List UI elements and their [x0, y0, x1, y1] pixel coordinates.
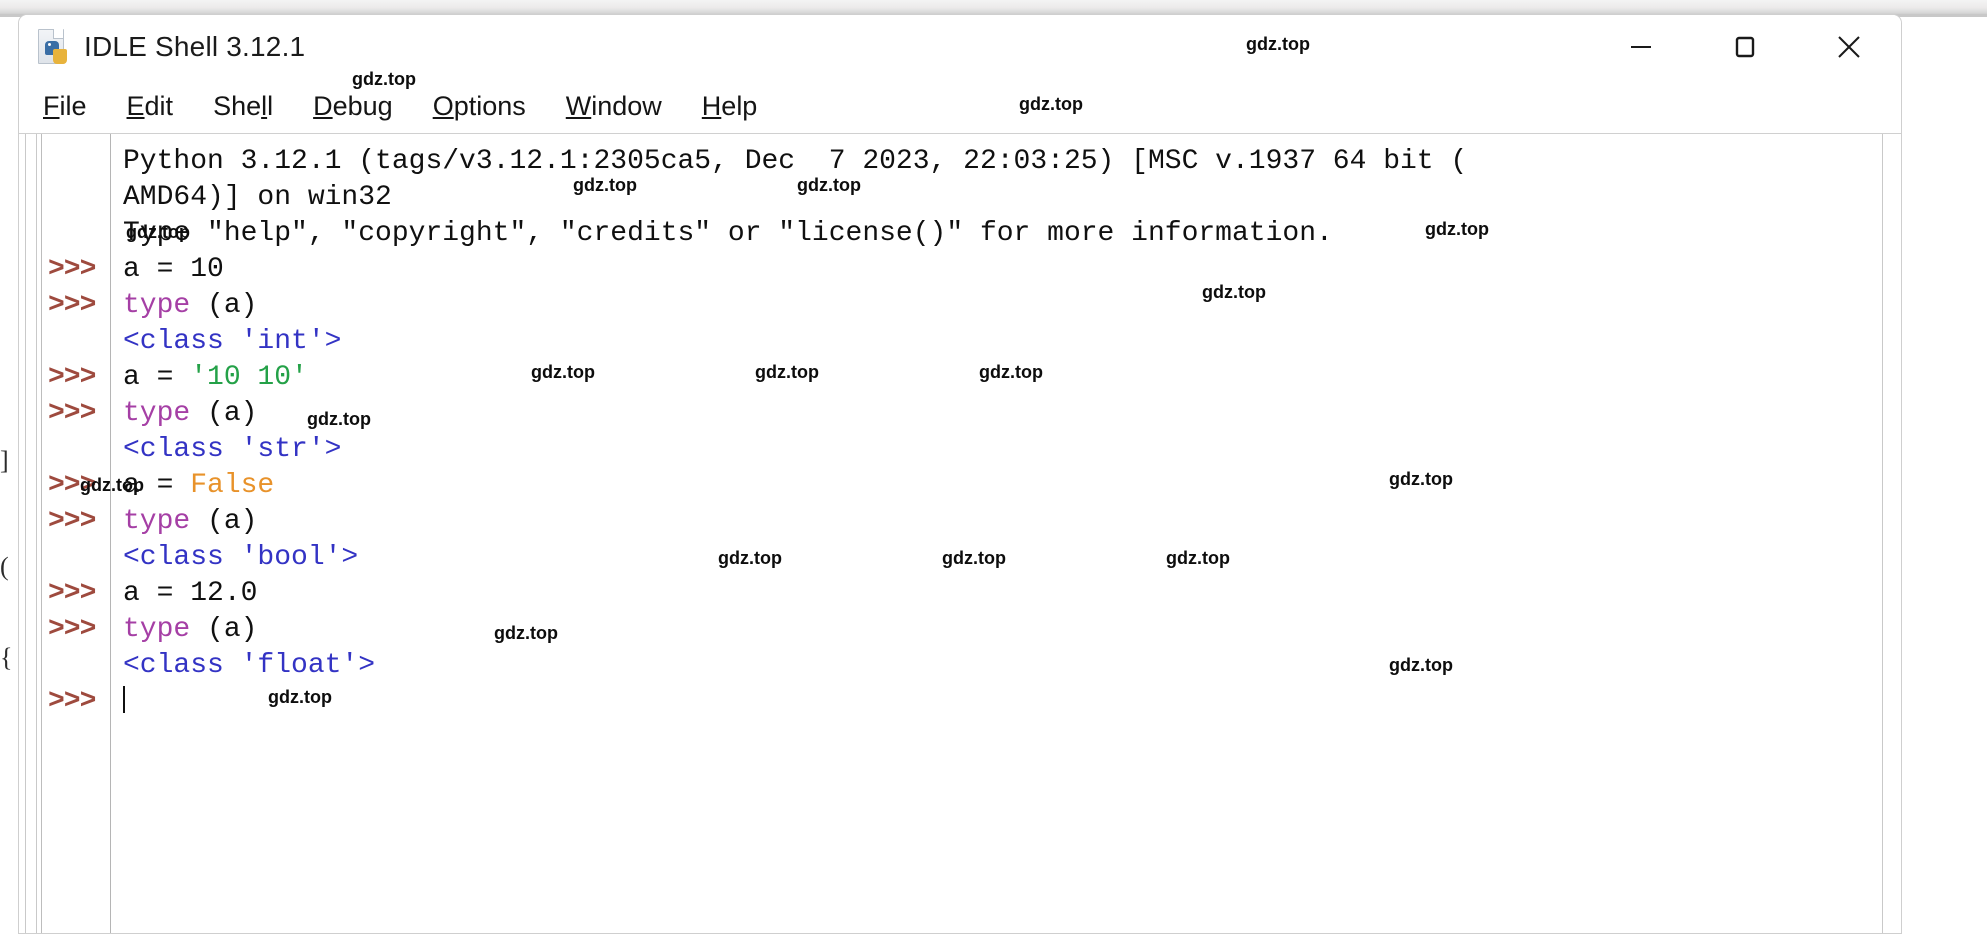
- idle-shell-window: IDLE Shell 3.12.1 File Edit Shell Debug …: [18, 14, 1902, 934]
- shell-prompt: >>>: [48, 578, 96, 609]
- shell-prompt: >>>: [48, 614, 96, 645]
- shell-line: Python 3.12.1 (tags/v3.12.1:2305ca5, Dec…: [123, 144, 1901, 180]
- shell-line: Type "help", "copyright", "credits" or "…: [123, 216, 1901, 252]
- shell-prompt: >>>: [48, 362, 96, 393]
- code-token-class: <class 'float'>: [123, 650, 376, 681]
- menu-item-options[interactable]: Options: [433, 91, 526, 122]
- code-token-builtin: type: [123, 614, 191, 645]
- menu-item-file[interactable]: File: [43, 91, 87, 122]
- menu-bar: File Edit Shell Debug Options Window Help: [19, 79, 1901, 133]
- shell-line: a = False: [123, 468, 1901, 504]
- code-token-class: <class 'int'>: [123, 326, 342, 357]
- menu-item-window[interactable]: Window: [566, 91, 662, 122]
- shell-text-area[interactable]: >>> >>> >>> >>> >>> >>> >>> >>> >>> Python 3.12.…: [19, 133, 1901, 933]
- menu-item-edit[interactable]: Edit: [127, 91, 174, 122]
- shell-line: type (a): [123, 396, 1901, 432]
- minimize-icon: [1631, 46, 1651, 48]
- code-token-string: '10 10': [190, 362, 308, 393]
- shell-line: a = 10: [123, 252, 1901, 288]
- code-token-class: <class 'bool'>: [123, 542, 359, 573]
- maximize-icon: [1735, 36, 1755, 58]
- shell-line: <class 'int'>: [123, 324, 1901, 360]
- shell-line: a = 12.0: [123, 576, 1901, 612]
- code-token-plain: Python 3.12.1 (tags/v3.12.1:2305ca5, Dec…: [123, 146, 1468, 177]
- code-token-plain: (a): [190, 614, 258, 645]
- left-scrollbar[interactable]: [19, 134, 42, 933]
- code-token-keyword: False: [190, 470, 275, 501]
- shell-prompt: >>>: [48, 470, 96, 501]
- close-icon: [1838, 36, 1860, 58]
- python-file-icon: [36, 29, 70, 65]
- shell-prompt: >>>: [48, 686, 96, 717]
- code-token-plain: (a): [190, 290, 258, 321]
- menu-item-shell[interactable]: Shell: [213, 91, 273, 122]
- shell-line: <class 'str'>: [123, 432, 1901, 468]
- minimize-button[interactable]: [1589, 15, 1693, 79]
- shell-prompt: >>>: [48, 290, 96, 321]
- menu-item-help[interactable]: Help: [702, 91, 758, 122]
- text-caret: [123, 686, 125, 713]
- shell-prompt: >>>: [48, 398, 96, 429]
- title-bar[interactable]: IDLE Shell 3.12.1: [19, 15, 1901, 79]
- window-controls: [1589, 15, 1901, 79]
- shell-line: <class 'float'>: [123, 648, 1901, 684]
- shell-line: AMD64)] on win32: [123, 180, 1901, 216]
- background-glyph: ]: [0, 446, 9, 475]
- code-token-builtin: type: [123, 506, 191, 537]
- background-page-strip: [0, 0, 1987, 14]
- background-glyph: (: [0, 552, 9, 581]
- shell-line: a = '10 10': [123, 360, 1901, 396]
- code-token-builtin: type: [123, 398, 191, 429]
- shell-line: [123, 684, 1901, 720]
- code-token-class: <class 'str'>: [123, 434, 342, 465]
- code-token-builtin: type: [123, 290, 191, 321]
- background-glyph: {: [0, 643, 13, 672]
- prompt-gutter: >>> >>> >>> >>> >>> >>> >>> >>> >>>: [42, 134, 111, 933]
- code-token-plain: (a): [190, 398, 258, 429]
- code-token-plain: (a): [190, 506, 258, 537]
- code-token-plain: a = 12.0: [123, 578, 258, 609]
- shell-prompt: >>>: [48, 254, 96, 285]
- shell-line: type (a): [123, 288, 1901, 324]
- shell-line: <class 'bool'>: [123, 540, 1901, 576]
- page-title: IDLE Shell 3.12.1: [84, 31, 306, 62]
- shell-prompt: >>>: [48, 506, 96, 537]
- code-token-plain: AMD64)] on win32: [123, 182, 392, 213]
- menu-item-debug[interactable]: Debug: [313, 91, 393, 122]
- maximize-button[interactable]: [1693, 15, 1797, 79]
- code-token-plain: a =: [123, 470, 191, 501]
- code-token-plain: Type "help", "copyright", "credits" or "…: [123, 218, 1333, 249]
- shell-line: type (a): [123, 504, 1901, 540]
- shell-line: type (a): [123, 612, 1901, 648]
- vertical-scrollbar[interactable]: [1882, 134, 1901, 933]
- close-button[interactable]: [1797, 15, 1901, 79]
- shell-output[interactable]: Python 3.12.1 (tags/v3.12.1:2305ca5, Dec…: [111, 134, 1901, 933]
- code-token-plain: a =: [123, 362, 191, 393]
- code-token-plain: a = 10: [123, 254, 224, 285]
